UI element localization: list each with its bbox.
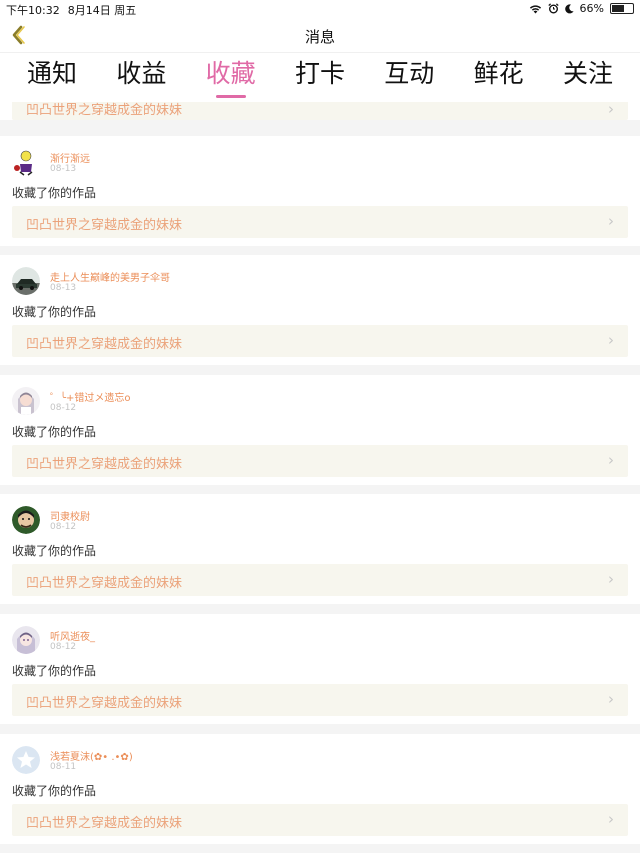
work-title: 凹凸世界之穿越成金的妹妹 <box>26 816 183 831</box>
status-left: 下午10:32 8月14日 周五 <box>6 2 136 18</box>
item-date: 08-12 <box>50 642 77 652</box>
action-text: 收藏了你的作品 <box>12 186 97 200</box>
chevron-right-icon: › <box>608 690 614 708</box>
battery-icon <box>610 3 634 14</box>
avatar[interactable] <box>12 148 40 176</box>
username[interactable]: 渐行渐远 <box>50 150 90 165</box>
work-link[interactable]: 凹凸世界之穿越成金的妹妹 › <box>12 102 628 120</box>
chevron-right-icon: › <box>608 212 614 230</box>
list-item: ゜╰+错过メ遗忘o 08-12 收藏了你的作品 凹凸世界之穿越成金的妹妹 › <box>0 375 640 485</box>
work-link[interactable]: 凹凸世界之穿越成金的妹妹 › <box>12 325 628 357</box>
username[interactable]: 听风逝夜_ <box>50 628 95 643</box>
work-link[interactable]: 凹凸世界之穿越成金的妹妹 › <box>12 206 628 238</box>
star-avatar-icon <box>12 746 40 774</box>
avatar[interactable] <box>12 387 40 415</box>
work-title: 凹凸世界之穿越成金的妹妹 <box>26 457 183 472</box>
status-bar: 下午10:32 8月14日 周五 66% <box>0 0 640 18</box>
action-text: 收藏了你的作品 <box>12 305 97 319</box>
favorites-feed[interactable]: 凹凸世界之穿越成金的妹妹 › 渐行渐远 08-13 收藏了你的作品 凹凸世界之穿… <box>0 102 640 853</box>
username[interactable]: 浅若夏沫(✿• .•✿) <box>50 748 133 763</box>
action-text: 收藏了你的作品 <box>12 664 97 678</box>
list-item: 浅若夏沫(✿• .•✿) 08-11 收藏了你的作品 凹凸世界之穿越成金的妹妹 … <box>0 734 640 844</box>
chevron-right-icon: › <box>608 331 614 349</box>
chevron-right-icon: › <box>608 570 614 588</box>
battery-level <box>612 5 624 12</box>
username[interactable]: ゜╰+错过メ遗忘o <box>50 389 131 404</box>
list-item: 渐行渐远 08-13 收藏了你的作品 凹凸世界之穿越成金的妹妹 › <box>0 136 640 246</box>
tab-flowers[interactable]: 鲜花 <box>459 53 539 102</box>
tab-follows[interactable]: 关注 <box>548 53 628 102</box>
chevron-right-icon: › <box>608 102 614 118</box>
alarm-icon <box>547 3 559 14</box>
avatar[interactable] <box>12 506 40 534</box>
list-item: 司隶校尉 08-12 收藏了你的作品 凹凸世界之穿越成金的妹妹 › <box>0 494 640 604</box>
username[interactable]: 走上人生巅峰的美男子伞哥 <box>50 269 170 284</box>
item-date: 08-12 <box>50 403 77 413</box>
tab-checkin[interactable]: 打卡 <box>280 53 360 102</box>
list-item: 凹凸世界之穿越成金的妹妹 › <box>0 102 640 120</box>
action-text: 收藏了你的作品 <box>12 544 97 558</box>
battery-percent: 66% <box>579 2 604 15</box>
wifi-icon <box>529 4 541 13</box>
avatar[interactable] <box>12 626 40 654</box>
item-date: 08-11 <box>50 762 77 772</box>
chevron-right-icon: › <box>608 451 614 469</box>
moon-icon <box>564 3 574 13</box>
tab-favorites[interactable]: 收藏 <box>191 53 271 102</box>
list-item: 听风逝夜_ 08-12 收藏了你的作品 凹凸世界之穿越成金的妹妹 › <box>0 614 640 724</box>
item-date: 08-13 <box>50 283 77 293</box>
tab-bar: 通知 收益 收藏 打卡 互动 鲜花 关注 <box>0 52 640 102</box>
girl-avatar-icon <box>12 387 40 415</box>
avatar[interactable] <box>12 746 40 774</box>
tab-interactions[interactable]: 互动 <box>369 53 449 102</box>
work-title: 凹凸世界之穿越成金的妹妹 <box>26 696 183 711</box>
status-right: 66% <box>529 2 634 15</box>
nav-bar: 消息 <box>0 18 640 52</box>
work-title: 凹凸世界之穿越成金的妹妹 <box>26 218 183 233</box>
avatar[interactable] <box>12 267 40 295</box>
figure-avatar-icon <box>12 148 40 176</box>
list-item: 走上人生巅峰的美男子伞哥 08-13 收藏了你的作品 凹凸世界之穿越成金的妹妹 … <box>0 255 640 365</box>
item-date: 08-12 <box>50 522 77 532</box>
work-title: 凹凸世界之穿越成金的妹妹 <box>26 103 183 118</box>
tab-notifications[interactable]: 通知 <box>12 53 92 102</box>
work-link[interactable]: 凹凸世界之穿越成金的妹妹 › <box>12 445 628 477</box>
action-text: 收藏了你的作品 <box>12 425 97 439</box>
action-text: 收藏了你的作品 <box>12 784 97 798</box>
anime-avatar-icon <box>12 626 40 654</box>
chevron-right-icon: › <box>608 810 614 828</box>
status-date: 8月14日 周五 <box>67 4 137 17</box>
man-avatar-icon <box>12 506 40 534</box>
page-title: 消息 <box>304 28 335 46</box>
car-avatar-icon <box>12 267 40 295</box>
status-time: 下午10:32 <box>6 4 60 17</box>
work-link[interactable]: 凹凸世界之穿越成金的妹妹 › <box>12 804 628 836</box>
tab-earnings[interactable]: 收益 <box>101 53 181 102</box>
work-title: 凹凸世界之穿越成金的妹妹 <box>26 576 183 591</box>
work-title: 凹凸世界之穿越成金的妹妹 <box>26 337 183 352</box>
item-date: 08-13 <box>50 164 77 174</box>
work-link[interactable]: 凹凸世界之穿越成金的妹妹 › <box>12 564 628 596</box>
work-link[interactable]: 凹凸世界之穿越成金的妹妹 › <box>12 684 628 716</box>
username[interactable]: 司隶校尉 <box>50 508 90 523</box>
